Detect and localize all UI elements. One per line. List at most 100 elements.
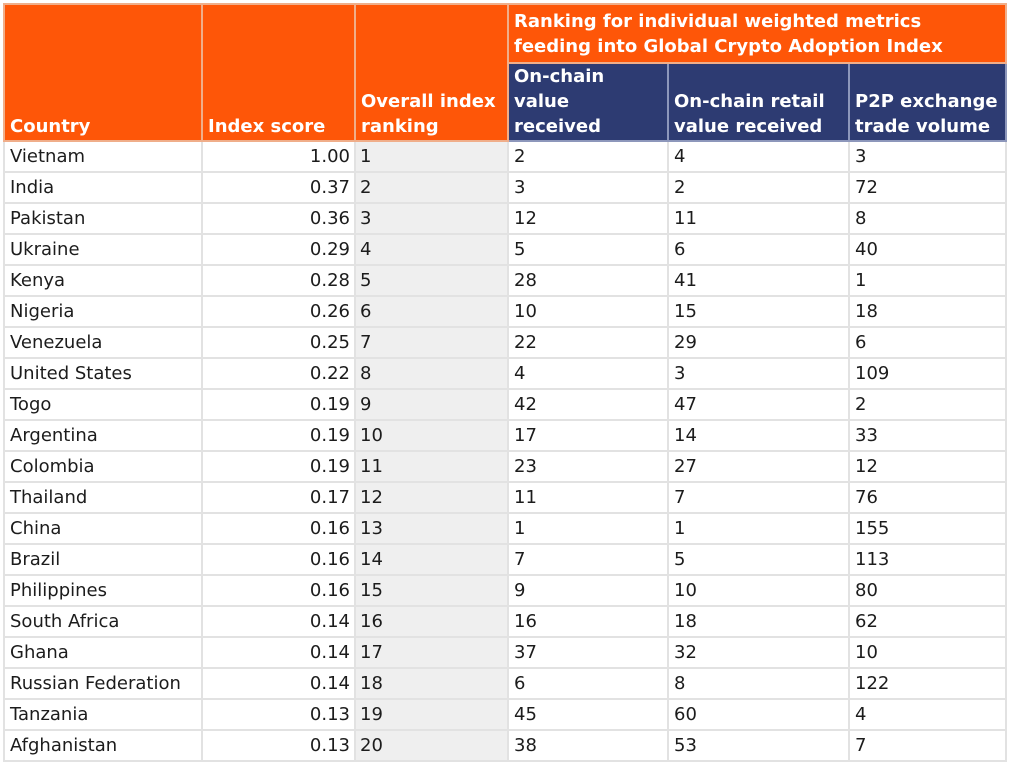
cell-p2p-volume: 155 bbox=[848, 512, 1007, 545]
cell-country: Argentina bbox=[3, 419, 203, 452]
cell-p2p-volume: 4 bbox=[848, 698, 1007, 731]
table-row: China 0.16 13 1 1 155 bbox=[3, 512, 1007, 545]
cell-onchain-retail: 60 bbox=[667, 698, 850, 731]
header-onchain-value: On-chain value received bbox=[507, 62, 669, 142]
table-row: Thailand 0.17 12 11 7 76 bbox=[3, 481, 1007, 514]
cell-overall-rank: 9 bbox=[354, 388, 509, 421]
cell-overall-rank: 12 bbox=[354, 481, 509, 514]
cell-p2p-volume: 7 bbox=[848, 729, 1007, 762]
table-row: Ghana 0.14 17 37 32 10 bbox=[3, 636, 1007, 669]
cell-overall-rank: 4 bbox=[354, 233, 509, 266]
cell-p2p-volume: 8 bbox=[848, 202, 1007, 235]
cell-onchain-retail: 32 bbox=[667, 636, 850, 669]
cell-onchain-retail: 29 bbox=[667, 326, 850, 359]
cell-overall-rank: 3 bbox=[354, 202, 509, 235]
cell-p2p-volume: 76 bbox=[848, 481, 1007, 514]
cell-index-score: 1.00 bbox=[201, 140, 356, 173]
cell-country: Russian Federation bbox=[3, 667, 203, 700]
header-p2p-volume: P2P exchange trade volume bbox=[848, 62, 1007, 142]
cell-p2p-volume: 62 bbox=[848, 605, 1007, 638]
cell-country: United States bbox=[3, 357, 203, 390]
cell-p2p-volume: 10 bbox=[848, 636, 1007, 669]
cell-overall-rank: 16 bbox=[354, 605, 509, 638]
cell-country: Tanzania bbox=[3, 698, 203, 731]
cell-onchain-retail: 6 bbox=[667, 233, 850, 266]
cell-p2p-volume: 6 bbox=[848, 326, 1007, 359]
cell-country: Kenya bbox=[3, 264, 203, 297]
cell-country: Philippines bbox=[3, 574, 203, 607]
cell-overall-rank: 11 bbox=[354, 450, 509, 483]
table-row: South Africa 0.14 16 16 18 62 bbox=[3, 605, 1007, 638]
table-row: India 0.37 2 3 2 72 bbox=[3, 171, 1007, 204]
table-row: Nigeria 0.26 6 10 15 18 bbox=[3, 295, 1007, 328]
cell-index-score: 0.25 bbox=[201, 326, 356, 359]
cell-p2p-volume: 122 bbox=[848, 667, 1007, 700]
cell-p2p-volume: 3 bbox=[848, 140, 1007, 173]
cell-country: China bbox=[3, 512, 203, 545]
table-row: Togo 0.19 9 42 47 2 bbox=[3, 388, 1007, 421]
header-metrics-group: Ranking for individual weighted metrics … bbox=[507, 3, 1007, 64]
cell-overall-rank: 15 bbox=[354, 574, 509, 607]
cell-onchain-value: 38 bbox=[507, 729, 669, 762]
cell-country: Venezuela bbox=[3, 326, 203, 359]
cell-onchain-value: 17 bbox=[507, 419, 669, 452]
cell-index-score: 0.28 bbox=[201, 264, 356, 297]
table-row: Philippines 0.16 15 9 10 80 bbox=[3, 574, 1007, 607]
cell-onchain-retail: 47 bbox=[667, 388, 850, 421]
cell-overall-rank: 10 bbox=[354, 419, 509, 452]
cell-onchain-retail: 1 bbox=[667, 512, 850, 545]
cell-index-score: 0.19 bbox=[201, 388, 356, 421]
table-body: Vietnam 1.00 1 2 4 3 India 0.37 2 3 2 72 Pakistan 0.3… bbox=[3, 140, 1007, 762]
cell-index-score: 0.19 bbox=[201, 419, 356, 452]
cell-onchain-retail: 53 bbox=[667, 729, 850, 762]
cell-onchain-value: 2 bbox=[507, 140, 669, 173]
cell-p2p-volume: 40 bbox=[848, 233, 1007, 266]
cell-p2p-volume: 33 bbox=[848, 419, 1007, 452]
cell-onchain-value: 45 bbox=[507, 698, 669, 731]
cell-index-score: 0.14 bbox=[201, 605, 356, 638]
cell-onchain-value: 23 bbox=[507, 450, 669, 483]
cell-country: Pakistan bbox=[3, 202, 203, 235]
cell-index-score: 0.17 bbox=[201, 481, 356, 514]
cell-onchain-retail: 4 bbox=[667, 140, 850, 173]
cell-onchain-value: 16 bbox=[507, 605, 669, 638]
cell-overall-rank: 7 bbox=[354, 326, 509, 359]
cell-country: India bbox=[3, 171, 203, 204]
cell-country: South Africa bbox=[3, 605, 203, 638]
cell-onchain-value: 3 bbox=[507, 171, 669, 204]
table-row: Tanzania 0.13 19 45 60 4 bbox=[3, 698, 1007, 731]
cell-overall-rank: 18 bbox=[354, 667, 509, 700]
cell-onchain-retail: 11 bbox=[667, 202, 850, 235]
cell-index-score: 0.26 bbox=[201, 295, 356, 328]
cell-country: Colombia bbox=[3, 450, 203, 483]
cell-onchain-value: 10 bbox=[507, 295, 669, 328]
cell-index-score: 0.37 bbox=[201, 171, 356, 204]
cell-index-score: 0.13 bbox=[201, 698, 356, 731]
cell-index-score: 0.29 bbox=[201, 233, 356, 266]
header-index-score: Index score bbox=[201, 3, 356, 142]
table-row: Russian Federation 0.14 18 6 8 122 bbox=[3, 667, 1007, 700]
table-row: Venezuela 0.25 7 22 29 6 bbox=[3, 326, 1007, 359]
cell-onchain-value: 7 bbox=[507, 543, 669, 576]
cell-country: Afghanistan bbox=[3, 729, 203, 762]
cell-index-score: 0.22 bbox=[201, 357, 356, 390]
cell-overall-rank: 8 bbox=[354, 357, 509, 390]
cell-overall-rank: 2 bbox=[354, 171, 509, 204]
cell-index-score: 0.19 bbox=[201, 450, 356, 483]
cell-country: Brazil bbox=[3, 543, 203, 576]
cell-p2p-volume: 1 bbox=[848, 264, 1007, 297]
cell-p2p-volume: 18 bbox=[848, 295, 1007, 328]
cell-overall-rank: 20 bbox=[354, 729, 509, 762]
cell-country: Ukraine bbox=[3, 233, 203, 266]
cell-overall-rank: 6 bbox=[354, 295, 509, 328]
table-row: Vietnam 1.00 1 2 4 3 bbox=[3, 140, 1007, 173]
cell-p2p-volume: 72 bbox=[848, 171, 1007, 204]
cell-onchain-value: 11 bbox=[507, 481, 669, 514]
cell-onchain-value: 5 bbox=[507, 233, 669, 266]
cell-onchain-retail: 5 bbox=[667, 543, 850, 576]
cell-onchain-value: 9 bbox=[507, 574, 669, 607]
header-row-group: Country Index score Overall index rankin… bbox=[3, 3, 1007, 142]
cell-index-score: 0.16 bbox=[201, 512, 356, 545]
table-row: Kenya 0.28 5 28 41 1 bbox=[3, 264, 1007, 297]
table-row: Colombia 0.19 11 23 27 12 bbox=[3, 450, 1007, 483]
